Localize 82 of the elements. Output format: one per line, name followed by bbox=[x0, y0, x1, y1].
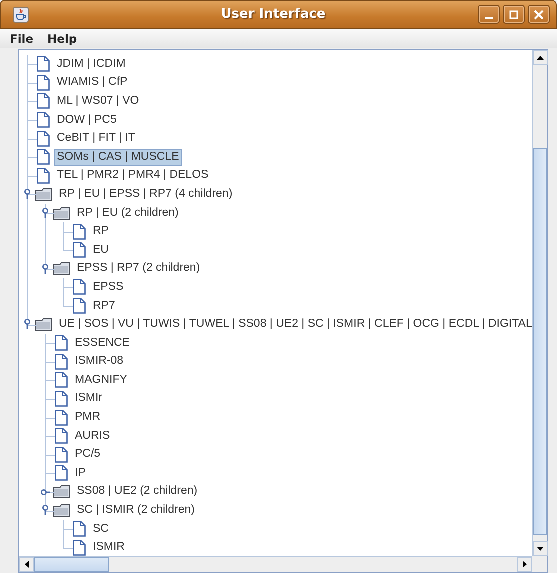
document-icon bbox=[73, 298, 86, 314]
document-icon bbox=[55, 410, 68, 426]
tree-node-label[interactable]: TEL | PMR2 | PMR4 | DELOS bbox=[54, 167, 212, 184]
close-button[interactable] bbox=[528, 5, 550, 24]
maximize-button[interactable] bbox=[503, 5, 525, 24]
folder-icon bbox=[35, 188, 52, 201]
collapse-handle-icon[interactable] bbox=[23, 319, 32, 330]
tree-node-label[interactable]: WIAMIS | CfP bbox=[54, 74, 131, 92]
document-icon bbox=[73, 224, 86, 240]
document-icon bbox=[37, 168, 50, 184]
scroll-left-button[interactable] bbox=[19, 557, 34, 572]
tree-node-label[interactable]: RP | EU (2 children) bbox=[74, 204, 182, 222]
document-icon bbox=[55, 354, 68, 370]
document-icon bbox=[37, 112, 50, 128]
document-icon bbox=[55, 372, 68, 388]
tree-node-label[interactable]: RP | EU | EPSS | RP7 (4 children) bbox=[56, 186, 236, 203]
collapse-handle-icon[interactable] bbox=[41, 208, 50, 219]
vertical-scrollbar[interactable] bbox=[532, 50, 547, 556]
document-icon bbox=[37, 130, 50, 147]
tree-node-label[interactable]: UE | SOS | VU | TUWIS | TUWEL | SS08 | UE2 | SC | ISMIR | CLEF | OCG | ECDL | DIGITAL bbox=[56, 316, 532, 334]
tree-node-label[interactable]: MAGNIFY bbox=[72, 372, 130, 389]
document-icon bbox=[55, 428, 68, 444]
collapse-handle-icon[interactable] bbox=[23, 189, 32, 200]
tree-node-label[interactable]: SS08 | UE2 (2 children) bbox=[74, 483, 201, 500]
document-icon bbox=[55, 390, 68, 407]
tree-node-label[interactable]: CeBIT | FIT | IT bbox=[54, 130, 138, 148]
up-triangle-icon bbox=[537, 56, 544, 60]
document-icon bbox=[37, 93, 50, 110]
scroll-thumb[interactable] bbox=[34, 557, 109, 572]
tree-node-label[interactable]: IP bbox=[72, 464, 89, 482]
expand-handle-icon[interactable] bbox=[41, 486, 50, 498]
scroll-thumb[interactable] bbox=[533, 148, 547, 535]
tree-node-label[interactable]: SC bbox=[90, 520, 112, 538]
tree-node-label[interactable]: EPSS bbox=[90, 278, 127, 296]
minimize-icon bbox=[485, 16, 493, 18]
tree-node-label[interactable]: ISMIR bbox=[90, 539, 128, 556]
close-icon bbox=[534, 10, 544, 20]
tree-node-label[interactable]: SOMs | CAS | MUSCLE bbox=[54, 148, 182, 166]
tree-node-label[interactable]: ISMIR-08 bbox=[72, 353, 127, 370]
tree-node-label[interactable]: ESSENCE bbox=[72, 334, 133, 352]
folder-icon bbox=[35, 318, 52, 332]
coffee-cup-icon bbox=[13, 6, 29, 22]
tree-node-label[interactable]: AURIS bbox=[72, 428, 114, 445]
scroll-right-button[interactable] bbox=[517, 557, 532, 572]
menu-item[interactable]: File bbox=[10, 32, 34, 46]
document-icon bbox=[73, 242, 86, 258]
left-triangle-icon bbox=[24, 561, 28, 568]
maximize-icon bbox=[509, 10, 519, 20]
document-icon bbox=[55, 335, 68, 352]
horizontal-scrollbar[interactable] bbox=[19, 556, 532, 572]
folder-icon bbox=[53, 262, 70, 276]
tree-node-label[interactable]: SC | ISMIR (2 children) bbox=[74, 502, 198, 520]
tree-node-label[interactable]: RP bbox=[90, 223, 112, 240]
tree-node-label[interactable]: ML | WS07 | VO bbox=[54, 92, 142, 110]
folder-icon bbox=[53, 504, 70, 518]
window-title: User Interface bbox=[220, 7, 327, 22]
folder-icon bbox=[53, 206, 70, 220]
minimize-button[interactable] bbox=[478, 5, 500, 24]
tree-node-label[interactable]: ISMIr bbox=[72, 390, 106, 408]
down-triangle-icon bbox=[537, 546, 544, 550]
tree-node-label[interactable]: EPSS | RP7 (2 children) bbox=[74, 260, 204, 278]
document-icon bbox=[55, 446, 68, 463]
scroll-down-button[interactable] bbox=[533, 541, 548, 556]
tree-node-label[interactable]: JDIM | ICDIM bbox=[54, 56, 129, 73]
document-icon bbox=[55, 465, 68, 482]
tree-node-label[interactable]: EU bbox=[90, 242, 112, 259]
collapse-handle-icon[interactable] bbox=[41, 505, 50, 516]
menu-item[interactable]: Help bbox=[48, 32, 78, 46]
tree-node-label[interactable]: PMR bbox=[72, 409, 104, 426]
tree-node-label[interactable]: DOW | PC5 bbox=[54, 112, 120, 129]
scroll-up-button[interactable] bbox=[533, 50, 548, 65]
right-triangle-icon bbox=[522, 561, 526, 568]
tree-node-label[interactable]: RP7 bbox=[90, 298, 118, 315]
folder-icon bbox=[53, 485, 70, 498]
document-icon bbox=[37, 74, 50, 91]
document-icon bbox=[73, 279, 86, 296]
document-icon bbox=[73, 521, 86, 538]
document-icon bbox=[73, 540, 86, 556]
document-icon bbox=[37, 56, 50, 72]
document-icon bbox=[37, 149, 50, 166]
tree-node-label[interactable]: PC/5 bbox=[72, 446, 104, 464]
collapse-handle-icon[interactable] bbox=[41, 264, 50, 275]
